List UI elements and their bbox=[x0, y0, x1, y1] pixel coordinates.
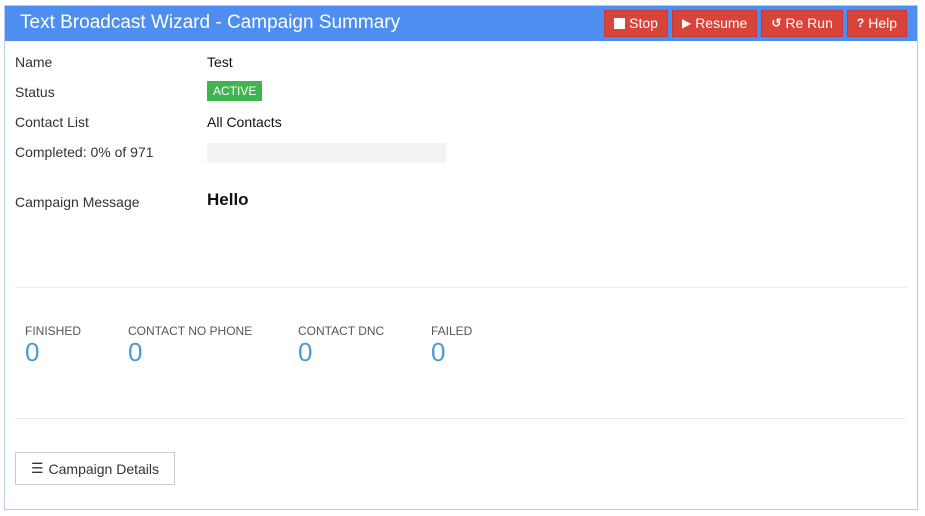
stop-button[interactable]: Stop bbox=[604, 10, 668, 37]
name-label: Name bbox=[15, 54, 53, 70]
page-title: Text Broadcast Wizard - Campaign Summary bbox=[20, 12, 401, 33]
name-value: Test bbox=[207, 54, 233, 70]
completed-label: Completed: 0% of 971 bbox=[15, 144, 154, 160]
stat-label: CONTACT DNC bbox=[298, 324, 385, 338]
campaign-message-value: Hello bbox=[207, 190, 249, 209]
rerun-icon: ↺ bbox=[771, 16, 782, 30]
header-toolbar: Stop ▶ Resume ↺ Re Run ? Help bbox=[604, 10, 907, 37]
stat-value: 0 bbox=[298, 337, 313, 367]
help-icon: ? bbox=[856, 16, 865, 30]
rerun-label: Re Run bbox=[785, 15, 833, 31]
resume-button[interactable]: ▶ Resume bbox=[671, 10, 758, 37]
stat-contact-dnc: CONTACT DNC 0 bbox=[298, 324, 384, 366]
stat-contact-no-phone: CONTACT NO PHONE 0 bbox=[128, 324, 252, 366]
stat-label: CONTACT NO PHONE bbox=[128, 324, 253, 338]
rerun-button[interactable]: ↺ Re Run bbox=[761, 10, 843, 37]
resume-label: Resume bbox=[695, 15, 748, 31]
divider bbox=[15, 287, 907, 288]
list-icon: ☰ bbox=[30, 460, 44, 476]
status-label: Status bbox=[15, 84, 55, 100]
stop-label: Stop bbox=[629, 15, 658, 31]
stat-value: 0 bbox=[25, 337, 40, 367]
campaign-details-label: Campaign Details bbox=[48, 460, 160, 477]
play-icon: ▶ bbox=[681, 16, 692, 30]
completion-progress-bar bbox=[207, 143, 446, 163]
status-badge: ACTIVE bbox=[207, 81, 263, 101]
stop-icon bbox=[614, 18, 626, 29]
stat-failed: FAILED 0 bbox=[431, 324, 472, 366]
campaign-details-button[interactable]: ☰ Campaign Details bbox=[15, 452, 175, 485]
help-button[interactable]: ? Help bbox=[846, 10, 907, 37]
stat-finished: FINISHED 0 bbox=[25, 324, 81, 366]
contact-list-label: Contact List bbox=[15, 114, 89, 130]
stat-label: FAILED bbox=[431, 324, 473, 338]
campaign-message-label: Campaign Message bbox=[15, 194, 140, 210]
stat-label: FINISHED bbox=[25, 324, 82, 338]
help-label: Help bbox=[868, 15, 897, 31]
stat-value: 0 bbox=[431, 337, 446, 367]
panel-header: Text Broadcast Wizard - Campaign Summary… bbox=[5, 6, 917, 41]
campaign-summary-panel: Text Broadcast Wizard - Campaign Summary… bbox=[4, 5, 918, 510]
stat-value: 0 bbox=[128, 337, 143, 367]
divider bbox=[15, 418, 907, 419]
contact-list-value: All Contacts bbox=[207, 114, 282, 130]
